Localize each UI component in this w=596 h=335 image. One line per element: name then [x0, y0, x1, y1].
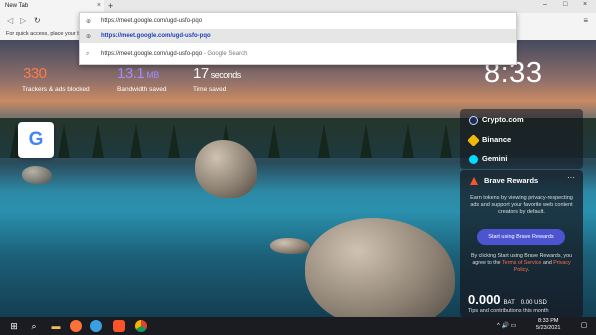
time-saved-count: 17 seconds — [193, 65, 241, 82]
firefox-icon[interactable] — [70, 320, 82, 332]
file-explorer-icon[interactable]: ▬ — [50, 320, 62, 332]
taskbar: ⊞ ⌕ ▬ ^ 🔊 ▭ 8:33 PM 5/23/2021 ▢ — [0, 317, 596, 335]
globe-icon: ⊕ — [86, 34, 92, 40]
search-icon: ⌕ — [86, 51, 90, 57]
omnibox-dropdown: ⊕ https://meet.google.com/ugd-usfo-pqo ⊕… — [79, 12, 517, 65]
rewards-terms: By clicking Start using Brave Rewards, y… — [471, 253, 572, 273]
rock-left — [22, 166, 52, 184]
rewards-title: Brave Rewards — [484, 176, 539, 185]
windows-start-icon[interactable]: ⊞ — [8, 320, 20, 332]
widget-binance[interactable]: Binance — [467, 133, 511, 147]
rewards-balance: 0.000 BAT 0.00 USD — [468, 292, 547, 307]
time-saved-label: Time saved — [193, 86, 227, 93]
taskbar-clock[interactable]: 8:33 PM 5/23/2021 — [536, 318, 560, 332]
reload-icon[interactable]: ↻ — [34, 16, 41, 25]
address-input[interactable]: https://meet.google.com/ugd-usfo-pqo — [101, 18, 202, 24]
more-options-icon[interactable]: ··· — [567, 173, 575, 182]
bat-icon — [470, 177, 478, 185]
edge-icon[interactable] — [90, 320, 102, 332]
close-window-button[interactable]: × — [583, 1, 587, 8]
start-rewards-button[interactable]: Start using Brave Rewards — [477, 229, 565, 245]
address-bar[interactable]: ⊕ https://meet.google.com/ugd-usfo-pqo — [80, 14, 516, 29]
brave-icon[interactable] — [113, 320, 125, 332]
notifications-icon[interactable]: ▢ — [578, 320, 590, 332]
crypto-com-icon — [469, 115, 478, 125]
rewards-description: Earn tokens by viewing privacy-respectin… — [470, 195, 573, 215]
globe-icon: ⊕ — [86, 19, 92, 25]
google-icon: G — [28, 129, 44, 150]
tab-close-icon[interactable]: × — [97, 2, 101, 9]
terms-link[interactable]: Terms of Service — [502, 260, 541, 266]
brave-rewards-widget: Brave Rewards ··· Earn tokens by viewing… — [460, 170, 583, 317]
suggestion-search[interactable]: ⌕ https://meet.google.com/ugd-usfo-pqo -… — [80, 47, 516, 62]
crypto-widgets: Crypto.com Binance Gemini — [460, 109, 583, 169]
trackers-count: 330 — [23, 65, 47, 82]
menu-icon[interactable]: ≡ — [583, 16, 588, 25]
rock-small — [270, 238, 310, 254]
widget-crypto-com[interactable]: Crypto.com — [469, 115, 524, 125]
google-tile[interactable]: G — [18, 122, 54, 158]
new-tab-button[interactable]: + — [108, 1, 113, 11]
bandwidth-label: Bandwidth saved — [117, 86, 167, 93]
widget-gemini[interactable]: Gemini — [469, 154, 507, 164]
rock-foreground — [305, 218, 455, 317]
search-icon[interactable]: ⌕ — [28, 320, 40, 332]
forward-icon[interactable]: ▷ — [20, 16, 26, 25]
suggestion-url[interactable]: ⊕ https://meet.google.com/ugd-usfo-pqo — [80, 29, 516, 43]
maximize-button[interactable]: □ — [563, 1, 567, 8]
tab-title: New Tab — [5, 3, 29, 9]
rewards-tips-label: Tips and contributions this month — [468, 308, 549, 314]
back-icon[interactable]: ◁ — [7, 16, 13, 25]
bandwidth-count: 13.1 MB — [117, 65, 159, 82]
chrome-icon[interactable] — [135, 320, 147, 332]
system-tray-icons[interactable]: ^ 🔊 ▭ — [497, 322, 516, 329]
binance-icon — [467, 133, 480, 147]
trackers-label: Trackers & ads blocked — [22, 86, 90, 93]
gemini-icon — [469, 154, 478, 164]
minimize-button[interactable]: – — [543, 1, 547, 8]
